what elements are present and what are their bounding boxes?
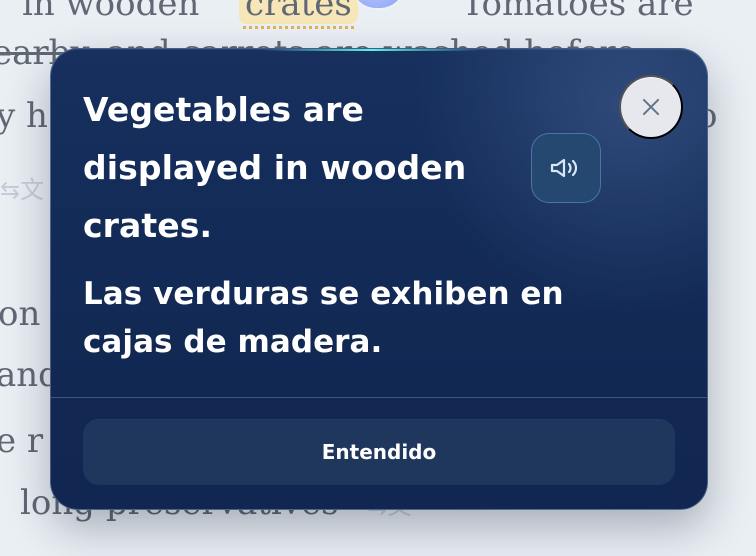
close-button[interactable] xyxy=(619,75,683,139)
audio-button[interactable] xyxy=(531,133,601,203)
translation-popup: Vegetables are displayed in wooden crate… xyxy=(50,48,708,510)
understood-button[interactable]: Entendido xyxy=(83,419,675,485)
close-icon xyxy=(640,96,662,118)
spanish-translation-text: Las verduras se exhiben en cajas de made… xyxy=(83,276,564,360)
speaker-icon xyxy=(550,158,578,178)
english-translation-text: Vegetables are displayed in wooden crate… xyxy=(83,90,467,245)
popup-divider xyxy=(51,397,707,398)
